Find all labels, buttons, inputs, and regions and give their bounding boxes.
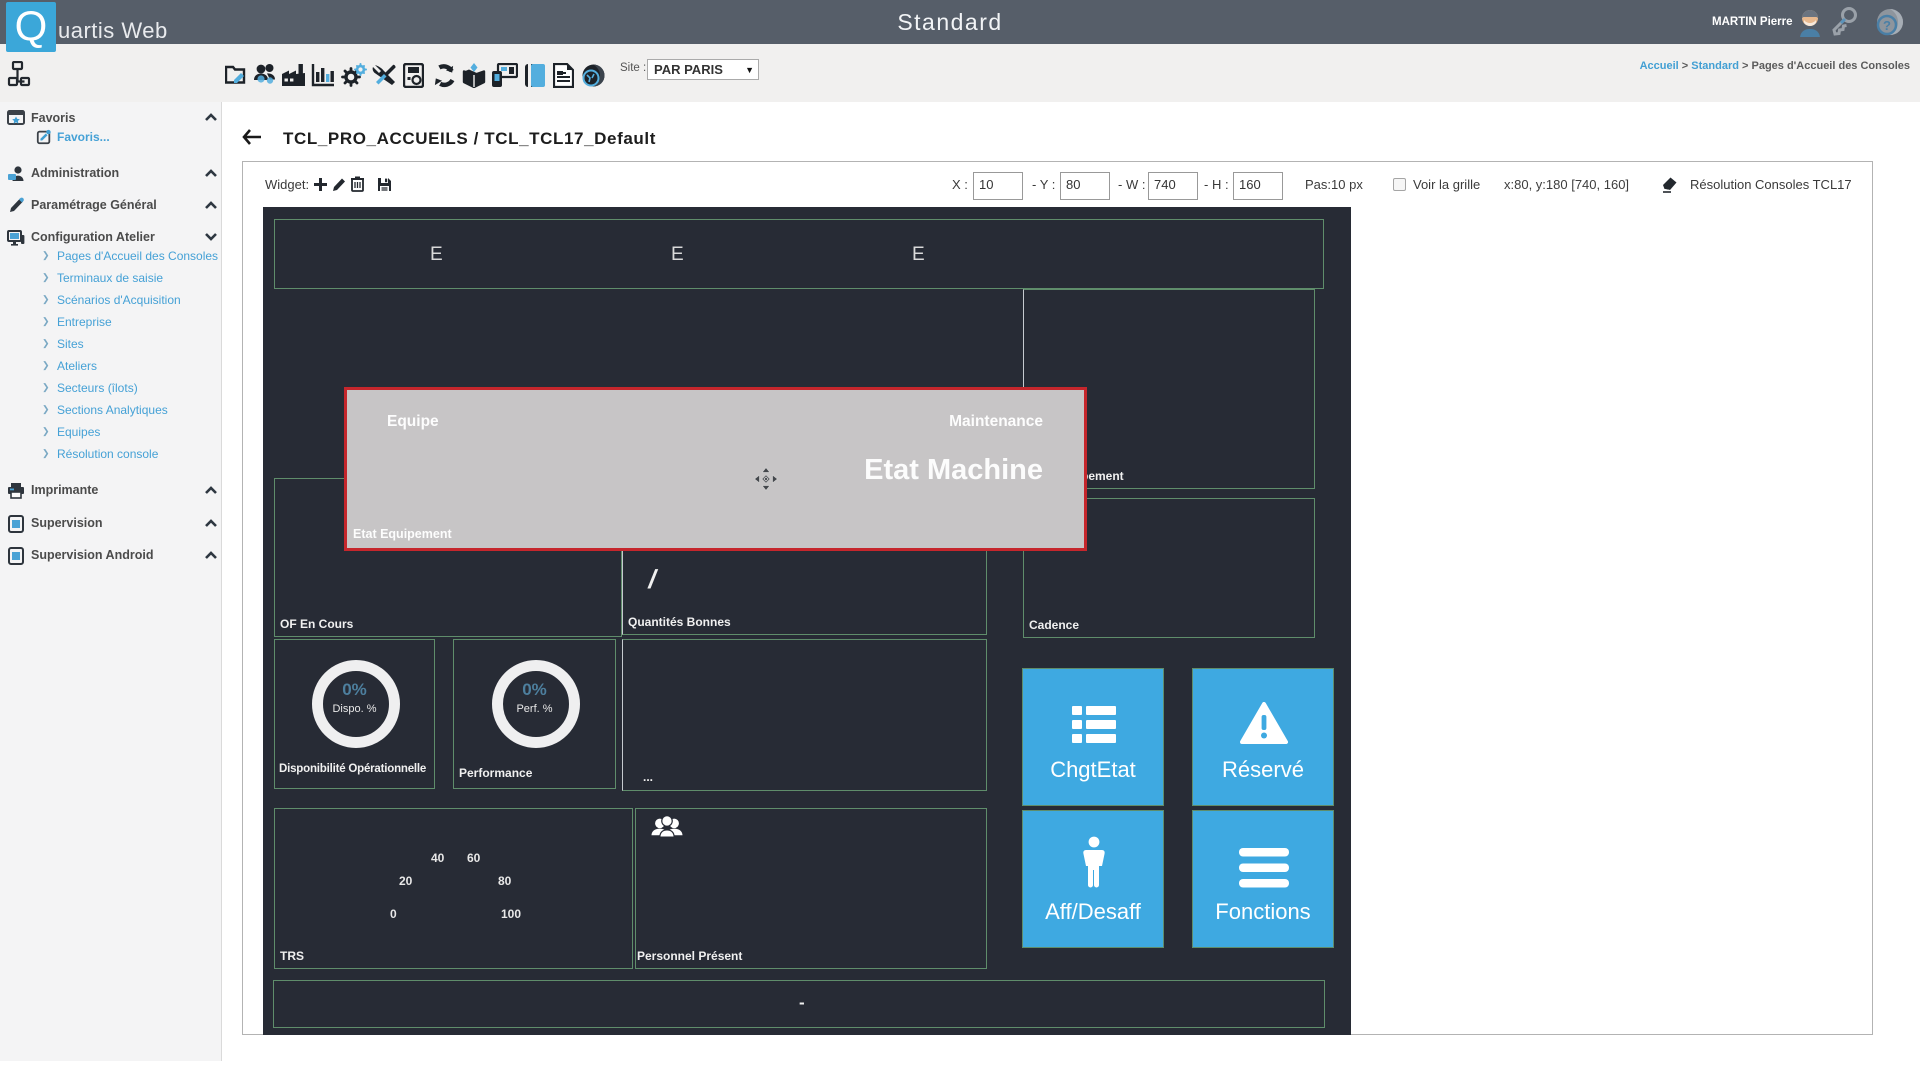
svg-text:?: ? — [1883, 18, 1891, 33]
